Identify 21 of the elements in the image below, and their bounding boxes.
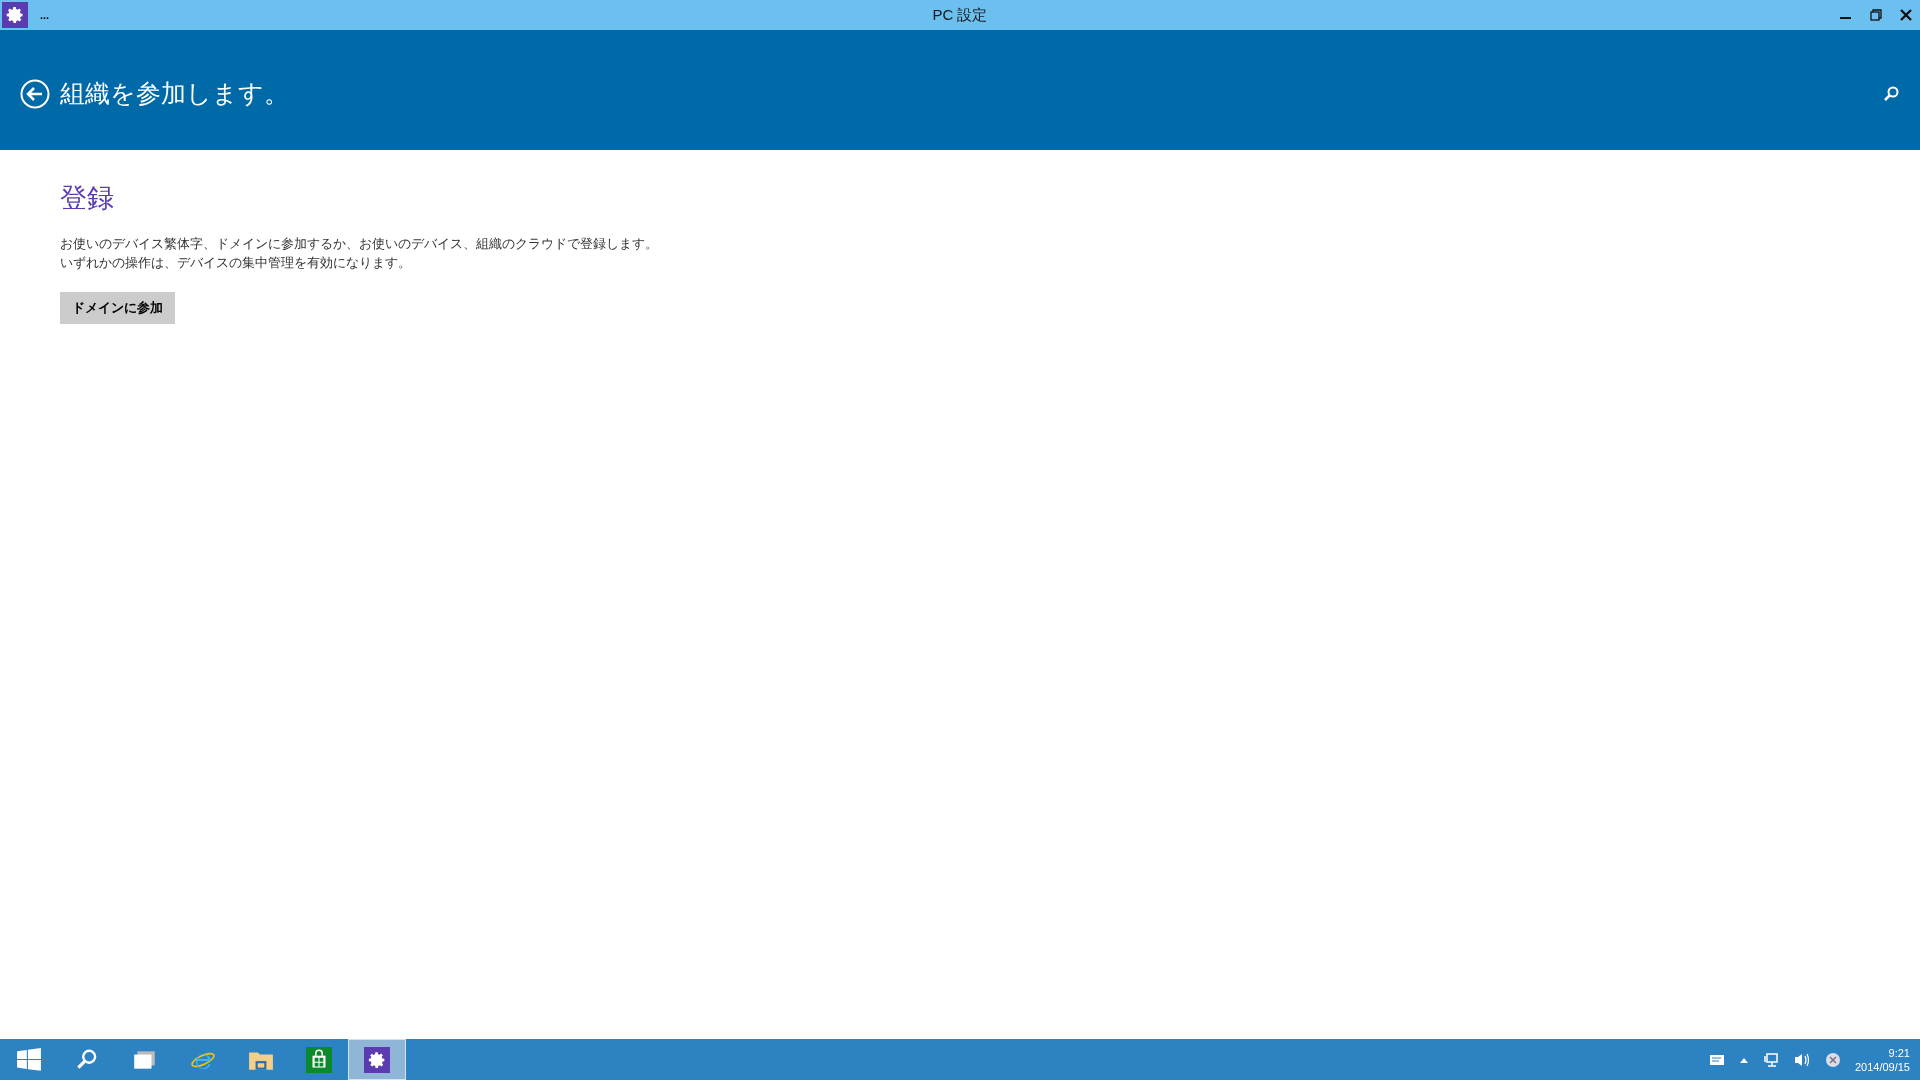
message-icon[interactable] [1708, 1053, 1725, 1066]
close-icon[interactable] [1898, 7, 1914, 23]
shopping-bag-icon [306, 1046, 332, 1073]
window-title: PC 設定 [932, 4, 988, 25]
error-icon[interactable] [1824, 1051, 1841, 1068]
network-icon[interactable] [1762, 1051, 1779, 1068]
restore-icon[interactable] [1868, 7, 1884, 23]
clock[interactable]: 9:21 2014/09/15 [1854, 1045, 1910, 1074]
section-heading: 登録 [60, 182, 114, 215]
app-menu-button[interactable]: ... [40, 9, 50, 21]
description-text: お使いのデバイス繁体字、ドメインに参加するか、お使いのデバイス、組織のクラウドで登録します。いずれかの操作は、デバイスの集中管理を有効になります。 [60, 234, 659, 272]
windows-logo-icon [16, 1046, 42, 1073]
clock-date: 2014/09/15 [1854, 1059, 1910, 1074]
speaker-icon[interactable] [1792, 1051, 1811, 1068]
clock-time: 9:21 [1888, 1045, 1910, 1060]
app-icon[interactable] [2, 2, 28, 28]
search-icon[interactable] [1882, 85, 1900, 103]
taskbar-button[interactable] [348, 1039, 406, 1080]
join-domain-button[interactable]: ドメインに参加 [60, 291, 175, 324]
page-title: 組織を参加します。 [60, 78, 289, 110]
gear-icon [364, 1046, 390, 1073]
